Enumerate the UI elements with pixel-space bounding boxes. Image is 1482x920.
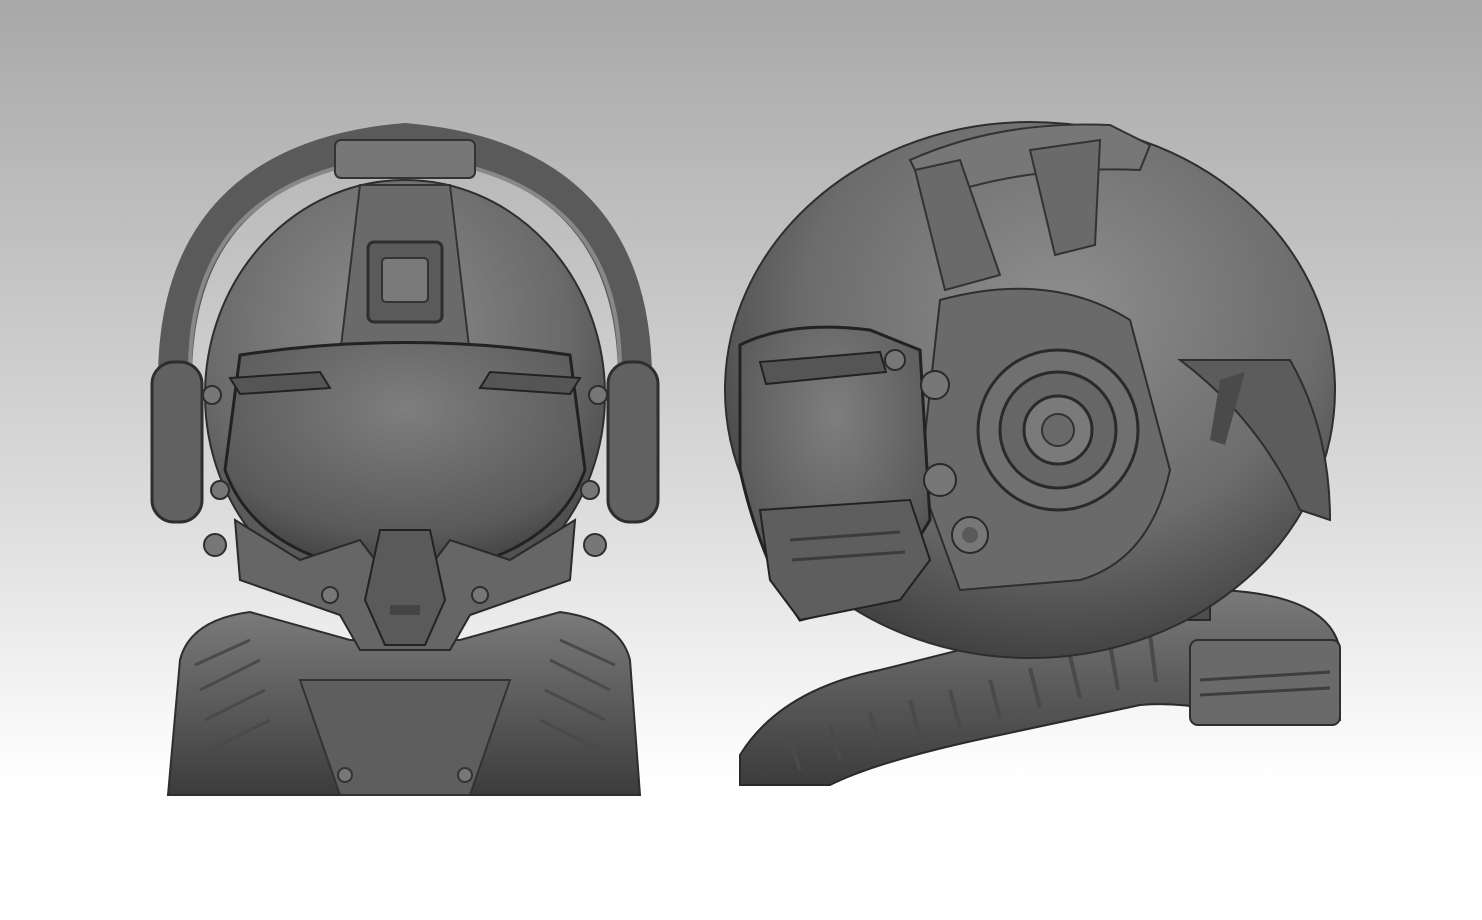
helmet-front-view xyxy=(150,122,660,796)
chest-bolt xyxy=(457,767,473,783)
side-face-bolt xyxy=(884,349,906,371)
jaw-bolt xyxy=(321,586,339,604)
side-bolt xyxy=(203,533,227,557)
chest-bolt xyxy=(337,767,353,783)
chin-vent xyxy=(390,605,420,615)
front-earcup-right xyxy=(606,360,660,524)
side-bolt xyxy=(580,480,600,500)
side-collar-endcap xyxy=(1189,639,1341,726)
render-canvas xyxy=(0,0,1482,920)
side-bolt xyxy=(210,480,230,500)
side-bolt xyxy=(588,385,608,405)
jaw-bolt xyxy=(471,586,489,604)
front-chin-piece xyxy=(363,529,447,646)
front-top-plate xyxy=(334,139,476,179)
front-crest-vent-inner xyxy=(381,257,429,303)
render-svg xyxy=(0,0,1482,920)
side-face-bolt xyxy=(920,370,950,400)
side-face-bolt-inner xyxy=(962,527,978,543)
front-earcup-left xyxy=(150,360,204,524)
side-bolt xyxy=(583,533,607,557)
side-ear-disc-core xyxy=(1041,413,1075,447)
side-bolt xyxy=(202,385,222,405)
side-face-bolt xyxy=(923,463,957,497)
